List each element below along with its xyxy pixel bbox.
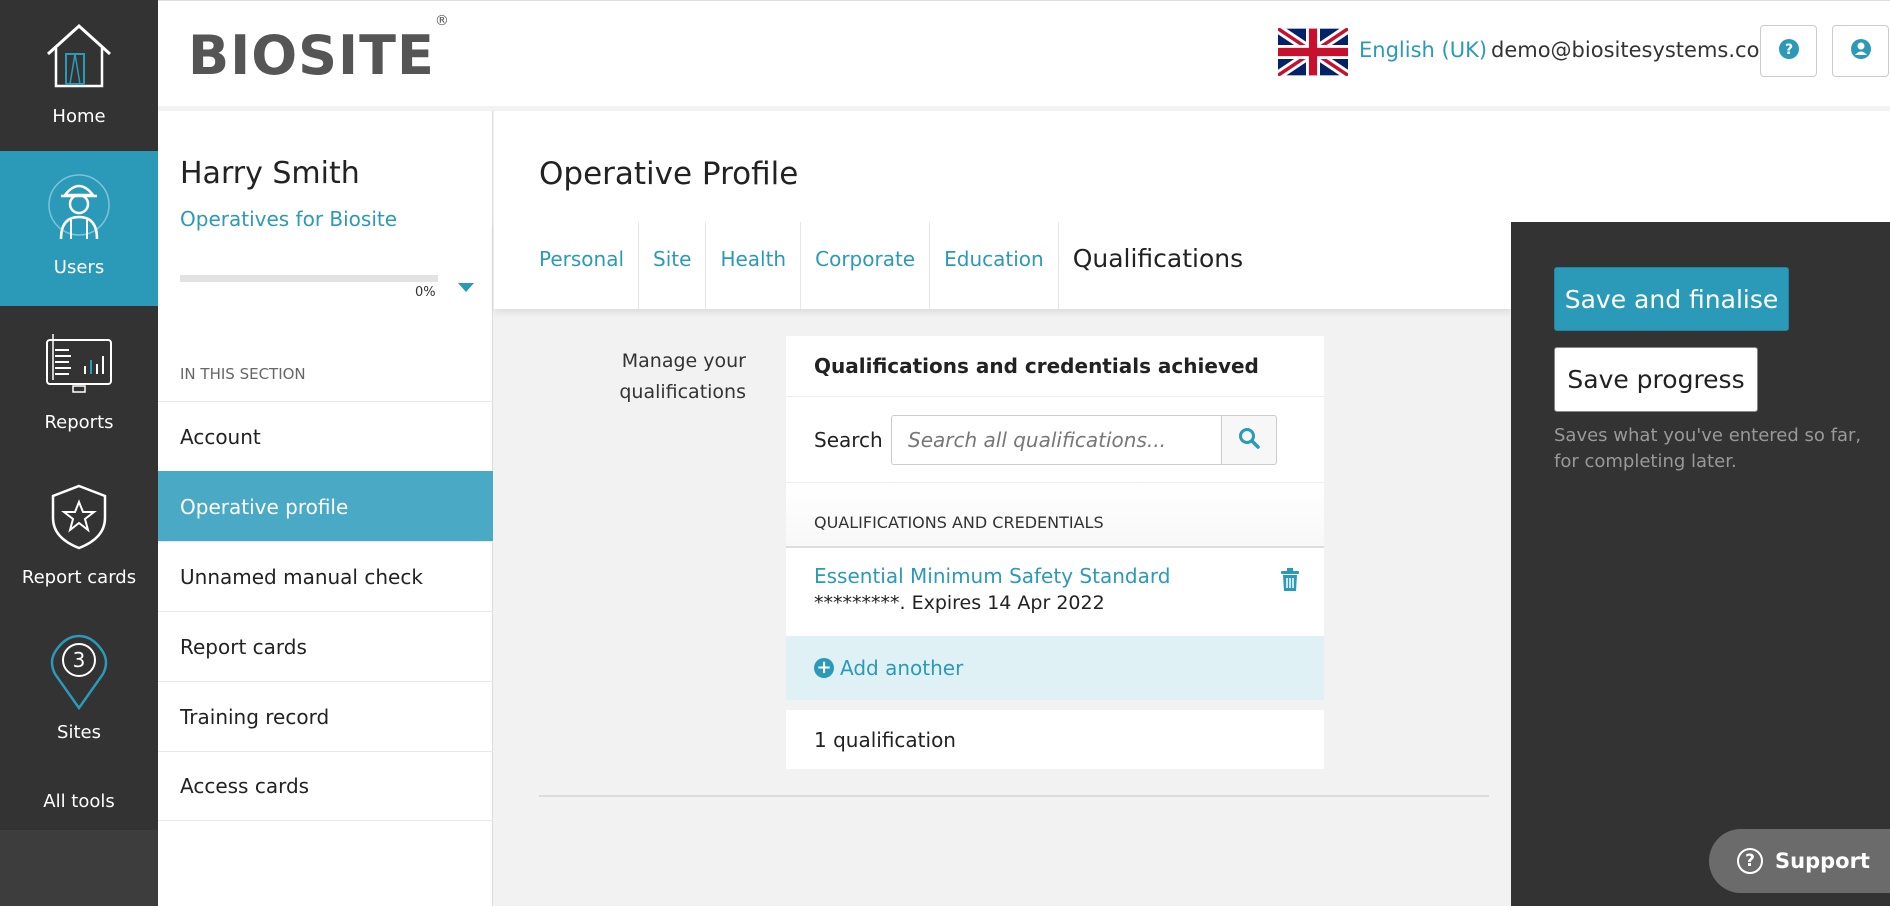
menu-item-account[interactable]: Account <box>158 401 493 471</box>
save-and-finalise-button[interactable]: Save and finalise <box>1554 267 1789 331</box>
menu-item-access-cards[interactable]: Access cards <box>158 751 493 821</box>
support-label: Support <box>1775 849 1870 873</box>
nav-home[interactable]: Home <box>0 0 158 155</box>
menu-item-training-record[interactable]: Training record <box>158 681 493 751</box>
left-nav: Home Users Reports Report cards 3 Sites … <box>0 0 158 906</box>
nav-report-cards-label: Report cards <box>21 567 137 588</box>
search-label: Search <box>814 427 883 452</box>
profile-tabs: Personal Site Health Corporate Education… <box>494 222 1511 309</box>
qualification-count: 1 qualification <box>786 710 1324 769</box>
chevron-down-icon[interactable] <box>458 283 474 292</box>
profile-progress-bar <box>180 275 438 282</box>
tab-qualifications[interactable]: Qualifications <box>1059 222 1257 309</box>
menu-item-unnamed-manual-check[interactable]: Unnamed manual check <box>158 541 493 611</box>
shield-star-icon <box>39 477 119 557</box>
qualification-title-link[interactable]: Essential Minimum Safety Standard <box>814 564 1324 588</box>
content-divider <box>539 795 1489 797</box>
account-button[interactable] <box>1832 25 1889 77</box>
nav-sites[interactable]: 3 Sites <box>0 616 158 771</box>
language-selector[interactable]: English (UK) <box>1359 38 1487 62</box>
report-chart-icon <box>39 322 119 402</box>
nav-users-label: Users <box>53 257 105 278</box>
tab-health[interactable]: Health <box>706 222 802 309</box>
menu-item-report-cards[interactable]: Report cards <box>158 611 493 681</box>
home-icon <box>39 16 119 96</box>
logo-registered-mark: ® <box>434 13 450 29</box>
uk-flag-icon[interactable] <box>1275 24 1351 80</box>
page-title: Operative Profile <box>539 156 799 192</box>
plus-circle-icon: + <box>814 658 834 678</box>
help-button[interactable]: ? <box>1760 25 1817 77</box>
trash-icon[interactable] <box>1280 568 1300 592</box>
nav-home-label: Home <box>52 106 106 127</box>
map-pin-icon: 3 <box>39 632 119 712</box>
menu-item-operative-profile[interactable]: Operative profile <box>158 471 493 541</box>
add-another-label: Add another <box>840 656 964 680</box>
qualification-detail: *********. Expires 14 Apr 2022 <box>814 592 1105 614</box>
operative-name: Harry Smith <box>180 156 360 191</box>
search-icon <box>1238 427 1260 453</box>
question-circle-icon: ? <box>1778 38 1800 64</box>
logo-text: BIOSITE <box>188 24 435 87</box>
nav-sites-label: Sites <box>57 722 101 743</box>
qualifications-column-header: QUALIFICATIONS AND CREDENTIALS <box>786 483 1324 548</box>
tab-personal[interactable]: Personal <box>494 222 640 309</box>
top-header: BIOSITE® English (UK) demo@biositesystem… <box>158 0 1890 106</box>
add-another-button[interactable]: + Add another <box>786 636 1324 700</box>
profile-progress-text: 0% <box>415 285 436 300</box>
qualifications-card: Qualifications and credentials achieved … <box>786 336 1324 700</box>
tab-site[interactable]: Site <box>639 222 707 309</box>
action-panel: Save and finalise Save progress Saves wh… <box>1511 222 1890 906</box>
section-menu: Account Operative profile Unnamed manual… <box>158 401 493 821</box>
biosite-logo[interactable]: BIOSITE® <box>188 13 450 87</box>
qualifications-search: Search <box>786 397 1324 483</box>
user-email: demo@biositesystems.com <box>1491 38 1780 62</box>
svg-text:3: 3 <box>73 648 86 672</box>
search-button[interactable] <box>1221 414 1277 465</box>
save-progress-hint: Saves what you've entered so far, for co… <box>1554 425 1862 472</box>
qualification-row: Essential Minimum Safety Standard ******… <box>786 548 1324 636</box>
qualifications-heading: Qualifications and credentials achieved <box>786 336 1324 397</box>
user-hardhat-icon <box>39 167 119 247</box>
nav-all-tools[interactable]: All tools <box>0 766 158 836</box>
support-button[interactable]: ? Support <box>1709 829 1890 893</box>
operative-org-link[interactable]: Operatives for Biosite <box>180 207 397 231</box>
svg-text:?: ? <box>1784 42 1792 58</box>
user-circle-icon <box>1850 38 1872 64</box>
manage-qualifications-label: Manage your qualifications <box>619 350 746 403</box>
tab-education[interactable]: Education <box>930 222 1059 309</box>
save-progress-button[interactable]: Save progress <box>1554 347 1758 412</box>
nav-footer <box>0 830 158 906</box>
nav-reports[interactable]: Reports <box>0 306 158 461</box>
nav-all-tools-label: All tools <box>43 790 115 812</box>
tab-corporate[interactable]: Corporate <box>801 222 931 309</box>
question-icon: ? <box>1737 848 1763 874</box>
main-title-bar: Operative Profile <box>494 111 1890 222</box>
nav-report-cards[interactable]: Report cards <box>0 461 158 616</box>
section-label: IN THIS SECTION <box>180 365 306 383</box>
search-input[interactable] <box>891 414 1221 465</box>
profile-sidebar: Harry Smith Operatives for Biosite 0% IN… <box>158 111 493 906</box>
nav-users[interactable]: Users <box>0 151 158 306</box>
nav-reports-label: Reports <box>44 412 114 433</box>
